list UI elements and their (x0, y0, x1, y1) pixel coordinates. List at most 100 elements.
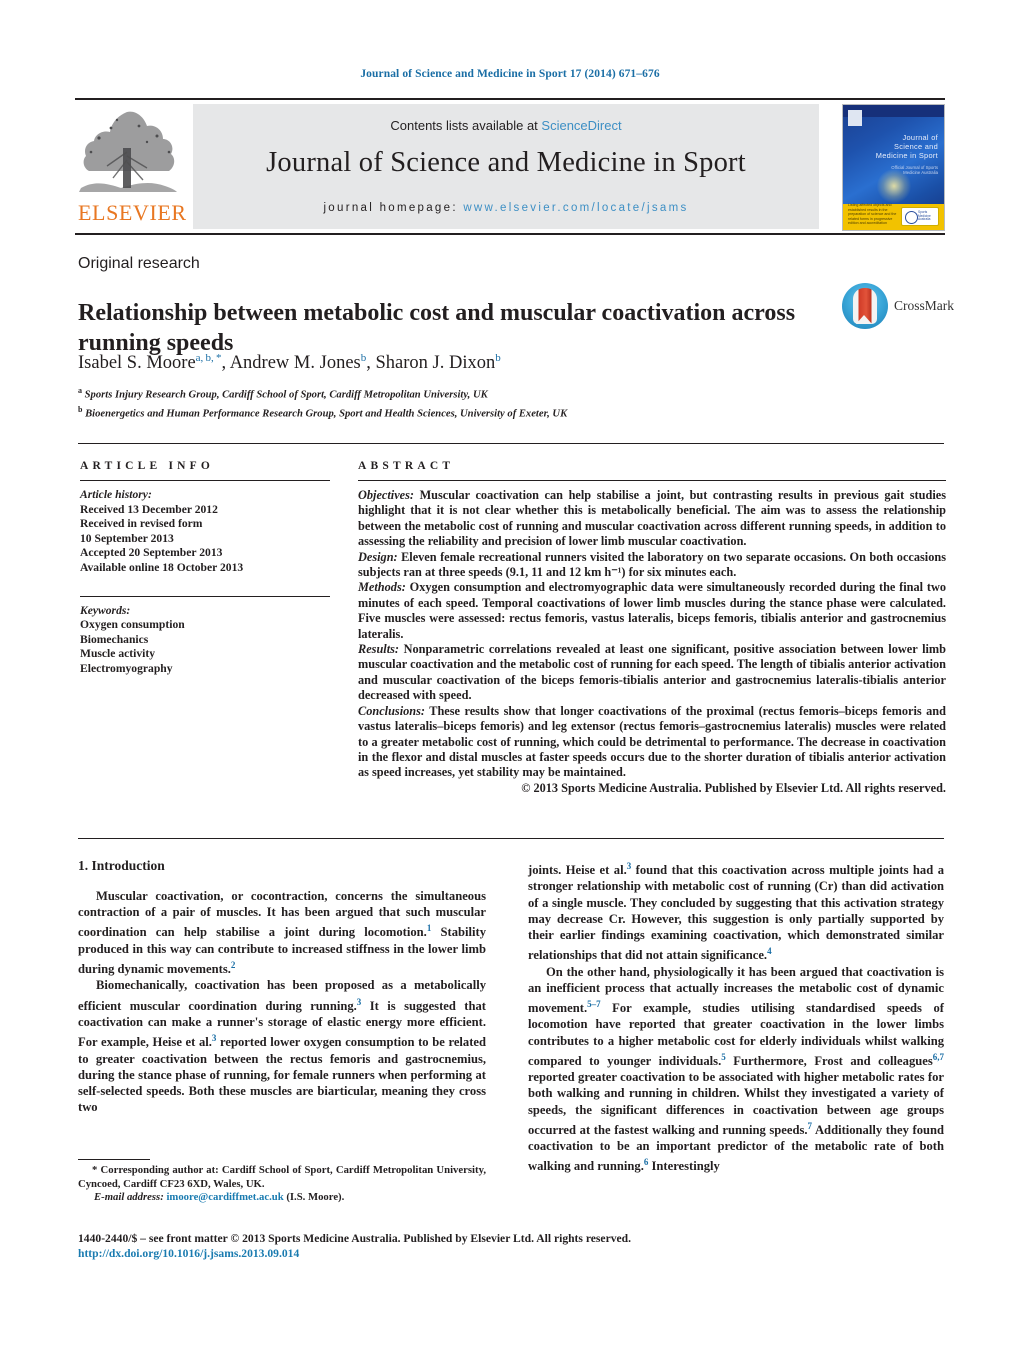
homepage-prefix: journal homepage: (323, 202, 458, 214)
abstract-body: Objectives: Muscular coactivation can he… (358, 488, 946, 796)
abstract-design-label: Design: (358, 549, 398, 564)
intro-p4-c: Furthermore, Frost and colleagues (725, 1053, 933, 1068)
abstract-results-label: Results: (358, 642, 399, 657)
intro-p4-f: Interestingly (648, 1159, 720, 1174)
journal-homepage-line: journal homepage: www.elsevier.com/locat… (193, 202, 819, 214)
paper-page: Journal of Science and Medicine in Sport… (0, 0, 1020, 1351)
history-item: Accepted 20 September 2013 (80, 546, 223, 560)
cover-badge-ring-icon (905, 211, 918, 224)
abstract-conclusions-label: Conclusions: (358, 703, 425, 718)
elsevier-tree-icon (77, 108, 181, 194)
article-history-label: Article history: (80, 488, 152, 501)
history-item: Received 13 December 2012 (80, 502, 218, 516)
abstract-results-text: Nonparametric correlations revealed at l… (358, 642, 946, 703)
abstract-objectives: Objectives: Muscular coactivation can he… (358, 488, 946, 550)
abstract-copyright: © 2013 Sports Medicine Australia. Publis… (521, 780, 946, 795)
running-head: Journal of Science and Medicine in Sport… (360, 68, 660, 80)
cover-title: Journal of Science and Medicine in Sport (875, 133, 938, 160)
journal-title: Journal of Science and Medicine in Sport (266, 147, 746, 178)
crossmark-label: CrossMark (894, 298, 954, 313)
article-history-block: Article history: Received 13 December 20… (80, 488, 330, 576)
footnote-email-line: E-mail address: imoore@cardiffmet.ac.uk … (78, 1191, 486, 1205)
abstract-methods: Methods: Oxygen consumption and electrom… (358, 580, 946, 642)
intro-p1-a: Muscular coactivation, or cocontraction,… (78, 889, 486, 940)
abstract-design-text: Eleven female recreational runners visit… (358, 549, 946, 580)
footnote-rule (78, 1159, 150, 1160)
keyword-item: Muscle activity (80, 647, 156, 661)
citation-ref[interactable]: 6,7 (933, 1052, 944, 1062)
keyword-item: Oxygen consumption (80, 618, 185, 632)
abstract-conclusions: Conclusions: These results show that lon… (358, 704, 946, 781)
cover-subtitle: Official Journal of Sports Medicine Aust… (891, 165, 938, 176)
abstract-methods-text: Oxygen consumption and electromyographic… (358, 580, 946, 641)
author-affil-marker[interactable]: b (495, 352, 501, 364)
journal-masthead: ELSEVIER Contents lists available at Sci… (75, 98, 945, 235)
intro-p3-b: found that this coactivation across mult… (528, 863, 944, 963)
affiliations: a Sports Injury Research Group, Cardiff … (78, 384, 898, 421)
cover-society-badge: Sports Medicine Australia (901, 207, 939, 226)
keywords-rule (80, 595, 330, 597)
footnote-corresponding-text: Corresponding author at: Cardiff School … (78, 1164, 486, 1190)
body-right-column: joints. Heise et al.3 found that this co… (528, 858, 944, 1175)
info-gap (80, 576, 330, 596)
publisher-footer: 1440-2440/$ – see front matter © 2013 Sp… (78, 1231, 944, 1261)
abstract-methods-label: Methods: (358, 580, 406, 595)
author-list: Isabel S. Moorea, b, *, Andrew M. Jonesb… (78, 352, 501, 374)
keywords-block: Keywords: Oxygen consumption Biomechanic… (80, 604, 330, 677)
elsevier-wordmark: ELSEVIER (78, 200, 187, 225)
contents-prefix: Contents lists available at (390, 118, 542, 133)
affiliation-b-text: Bioenergetics and Human Performance Rese… (85, 408, 568, 420)
doi-link[interactable]: http://dx.doi.org/10.1016/j.jsams.2013.0… (78, 1246, 944, 1261)
article-info-rule (80, 480, 330, 481)
email-label: E-mail address: (94, 1191, 164, 1204)
footnote-star: * (92, 1164, 98, 1176)
citation-ref[interactable]: 5–7 (587, 999, 601, 1009)
email-suffix: (I.S. Moore). (283, 1191, 345, 1204)
affiliation-a-text: Sports Injury Research Group, Cardiff Sc… (84, 389, 488, 401)
crossmark-badge-icon (842, 283, 888, 329)
keyword-item: Biomechanics (80, 632, 149, 646)
abstract-objectives-label: Objectives: (358, 488, 414, 502)
article-info-column: ARTICLE INFO Article history: Received 1… (80, 460, 330, 677)
abstract-results: Results: Nonparametric correlations reve… (358, 642, 946, 704)
body-left-column: 1. Introduction Muscular coactivation, o… (78, 858, 486, 1115)
cover-badge-label: Sports Medicine Australia (918, 210, 931, 222)
citation-ref[interactable]: 4 (767, 946, 772, 956)
crossmark-notch-icon (856, 315, 872, 324)
citation-ref[interactable]: 2 (231, 960, 236, 970)
article-info-heading: ARTICLE INFO (80, 460, 215, 472)
cover-elsevier-mark (848, 110, 862, 126)
intro-paragraph-1: Muscular coactivation, or cocontraction,… (78, 888, 486, 977)
page-title: Relationship between metabolic cost and … (78, 300, 796, 357)
abstract-conclusions-text: These results show that longer coactivat… (358, 703, 946, 780)
masthead-panel: Contents lists available at ScienceDirec… (193, 104, 819, 229)
intro-paragraph-2: Biomechanically, coactivation has been p… (78, 977, 486, 1115)
cover-footer-text: Listing affected objects and established… (848, 203, 897, 226)
info-top-rule (78, 443, 944, 444)
crossmark-logo[interactable]: CrossMark (842, 283, 962, 329)
abstract-rule (358, 480, 946, 481)
history-item: Received in revised form (80, 517, 203, 531)
info-bottom-rule (78, 838, 944, 839)
front-matter-line: 1440-2440/$ – see front matter © 2013 Sp… (78, 1232, 632, 1245)
sciencedirect-link[interactable]: ScienceDirect (541, 118, 621, 133)
homepage-url-link[interactable]: www.elsevier.com/locate/jsams (463, 202, 688, 214)
journal-cover-thumbnail: Journal of Science and Medicine in Sport… (842, 104, 945, 231)
corresponding-author-footnote: * Corresponding author at: Cardiff Schoo… (78, 1164, 486, 1205)
intro-p3-a: joints. Heise et al. (528, 863, 627, 878)
abstract-heading: ABSTRACT (358, 460, 455, 472)
abstract-objectives-text: Muscular coactivation can help stabilise… (358, 488, 946, 549)
email-link[interactable]: imoore@cardiffmet.ac.uk (166, 1191, 283, 1203)
affiliation-a: a Sports Injury Research Group, Cardiff … (78, 386, 488, 401)
keywords-label: Keywords: (80, 603, 131, 617)
author-affil-marker[interactable]: b (361, 352, 367, 364)
author-affil-marker[interactable]: a, b, * (196, 352, 222, 364)
abstract-column: ABSTRACT Objectives: Muscular coactivati… (358, 460, 946, 796)
article-type-label: Original research (78, 255, 200, 272)
elsevier-logo: ELSEVIER (77, 108, 187, 228)
intro-paragraph-3: joints. Heise et al.3 found that this co… (528, 858, 944, 964)
contents-available-line: Contents lists available at ScienceDirec… (193, 118, 819, 133)
abstract-design: Design: Eleven female recreational runne… (358, 550, 946, 581)
section-heading-introduction: 1. Introduction (78, 858, 165, 873)
affiliation-b: b Bioenergetics and Human Performance Re… (78, 404, 568, 420)
